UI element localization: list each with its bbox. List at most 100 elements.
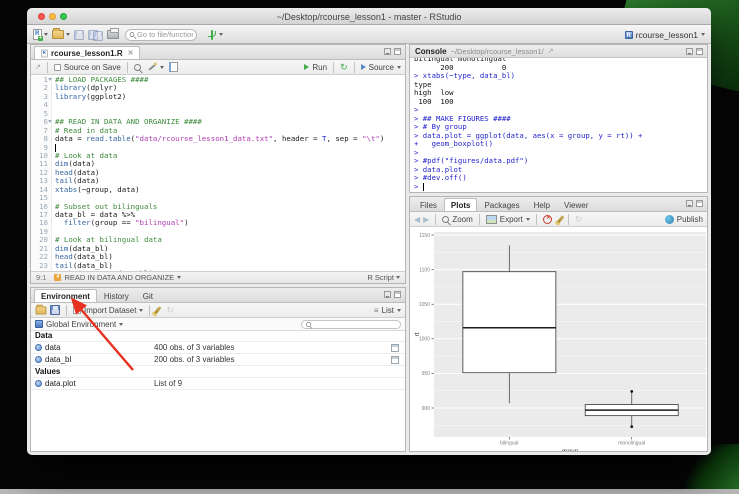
console-output[interactable]: bilingual monolingual 200 0 > xtabs(~type… [410, 58, 707, 192]
boxplot-figure: 900 950 1000 1050 1100 1150 bilingual monolingu… [414, 232, 706, 452]
rerun-icon[interactable]: ↻ [340, 62, 348, 72]
env-object-row[interactable]: data 400 obs. of 3 variables [31, 342, 405, 354]
object-name: data.plot [45, 379, 76, 388]
source-on-save-label: Source on Save [63, 62, 121, 72]
code-editor[interactable]: 1 ## LOAD PACKAGES #### 2 library(dplyr) 3 li… [31, 76, 405, 271]
save-button[interactable] [74, 28, 84, 41]
fold-caret-icon[interactable] [48, 120, 52, 124]
zoom-plot-icon [442, 215, 450, 223]
line-number: 6 [31, 117, 52, 127]
goto-file-input[interactable] [137, 30, 193, 39]
desktop-bottom-strip [0, 489, 739, 494]
tab-rcourse-lesson1[interactable]: R rcourse_lesson1.R ✕ [34, 46, 141, 59]
console-cursor [422, 182, 424, 191]
minimize-pane-icon[interactable] [686, 200, 693, 207]
maximize-pane-icon[interactable] [394, 48, 401, 55]
global-environment-icon [35, 320, 43, 328]
list-view-button[interactable]: List [382, 306, 394, 315]
maximize-pane-icon[interactable] [394, 291, 401, 298]
section-navigator[interactable]: # READ IN DATA AND ORGANIZE [54, 273, 182, 282]
clear-plots-icon[interactable] [556, 214, 565, 224]
line-number: 4 [31, 100, 52, 110]
environment-search[interactable] [301, 319, 401, 329]
code-line[interactable]: 18 filter(group == "bilingual") [31, 218, 405, 228]
refresh-plot-icon[interactable]: ↻ [575, 214, 583, 224]
open-in-new-window-icon[interactable]: ↗ [548, 47, 554, 55]
version-control-button[interactable] [207, 28, 223, 41]
previous-plot-icon[interactable]: ◀ [414, 215, 420, 224]
object-icon [35, 380, 42, 387]
tab-history[interactable]: History [97, 289, 136, 302]
object-icon [35, 344, 42, 351]
publish-button[interactable]: Publish [677, 215, 703, 224]
tab-plots[interactable]: Plots [443, 198, 478, 211]
save-all-icon [93, 30, 103, 41]
env-object-row[interactable]: data.plot List of 9 [31, 378, 405, 390]
plots-tabbar: Files Plots Packages Help Viewer [410, 197, 707, 212]
print-button[interactable] [107, 28, 119, 41]
new-file-button[interactable]: R + [33, 28, 48, 41]
env-section-header: Values [31, 366, 405, 378]
next-plot-icon[interactable]: ▶ [423, 215, 429, 224]
code-tools-icon[interactable] [148, 63, 157, 71]
global-environment-selector[interactable]: Global Environment [46, 320, 116, 329]
run-button[interactable]: Run [312, 63, 327, 72]
tab-files[interactable]: Files [413, 198, 444, 211]
minimize-pane-icon[interactable] [686, 48, 693, 55]
open-file-button[interactable] [52, 28, 70, 41]
pane-window-buttons [384, 291, 401, 298]
line-number: 5 [31, 109, 52, 119]
source-on-save-checkbox[interactable] [53, 63, 61, 71]
chevron-down-icon [396, 276, 400, 279]
cursor-position: 9:1 [36, 273, 47, 282]
file-type-selector[interactable]: R Script [367, 273, 400, 282]
tab-viewer[interactable]: Viewer [557, 198, 595, 211]
r-file-icon: R [41, 49, 48, 57]
svg-text:900: 900 [422, 406, 431, 412]
code-token: , sep = [326, 134, 363, 144]
object-name: data [45, 343, 61, 352]
view-data-icon[interactable] [391, 355, 399, 364]
maximize-pane-icon[interactable] [696, 48, 703, 55]
find-replace-icon[interactable] [133, 63, 141, 71]
tab-environment[interactable]: Environment [34, 289, 97, 302]
code-token: "bilingual" [135, 218, 185, 228]
env-object-row[interactable]: data_bl 200 obs. of 3 variables [31, 354, 405, 366]
plots-pane: Files Plots Packages Help Viewer ◀ ▶ Zoom Ex… [409, 196, 708, 452]
y-axis-title: rt [414, 332, 421, 336]
code-token: (group == [90, 218, 136, 228]
clear-objects-icon[interactable] [153, 305, 163, 315]
code-line[interactable]: 3 library(ggplot2) [31, 92, 405, 102]
minimize-pane-icon[interactable] [384, 291, 391, 298]
maximize-pane-icon[interactable] [696, 200, 703, 207]
window-title: ~/Desktop/rcourse_lesson1 - master - RSt… [276, 12, 462, 22]
project-menu-button[interactable]: R rcourse_lesson1 [624, 28, 705, 41]
compile-report-icon[interactable] [168, 62, 178, 72]
tab-git[interactable]: Git [136, 289, 160, 302]
x-axis-title: group [562, 448, 579, 452]
refresh-icon[interactable]: ↻ [166, 305, 174, 315]
tab-help[interactable]: Help [527, 198, 557, 211]
code-token: "data/rcourse_lesson1_data.txt" [135, 134, 274, 144]
code-line[interactable]: 8 data = read.table("data/rcourse_lesson1… [31, 134, 405, 144]
zoom-plot-button[interactable]: Zoom [452, 215, 472, 224]
search-icon [129, 31, 135, 38]
fold-caret-icon[interactable] [48, 78, 52, 81]
save-workspace-icon[interactable] [50, 305, 60, 315]
view-data-icon[interactable] [391, 343, 399, 352]
popout-icon[interactable]: ↗ [35, 63, 41, 71]
remove-plot-icon[interactable] [542, 214, 553, 224]
import-dataset-button[interactable]: Import Dataset [84, 306, 136, 315]
close-icon[interactable]: ✕ [128, 49, 134, 57]
chevron-down-icon [139, 308, 144, 312]
rstudio-window: ~/Desktop/rcourse_lesson1 - master - RSt… [27, 8, 711, 455]
code-line[interactable]: 14 xtabs(~group, data) [31, 185, 405, 195]
source-button[interactable]: Source [369, 63, 394, 72]
save-all-button[interactable] [88, 28, 103, 41]
load-workspace-icon[interactable] [35, 304, 47, 315]
tab-packages[interactable]: Packages [477, 198, 526, 211]
code-line[interactable]: 4 [31, 100, 405, 110]
export-button[interactable]: Export [500, 215, 523, 224]
minimize-pane-icon[interactable] [384, 48, 391, 55]
environment-pane: Environment History Git Import Dataset ↻ ≡… [30, 287, 406, 452]
